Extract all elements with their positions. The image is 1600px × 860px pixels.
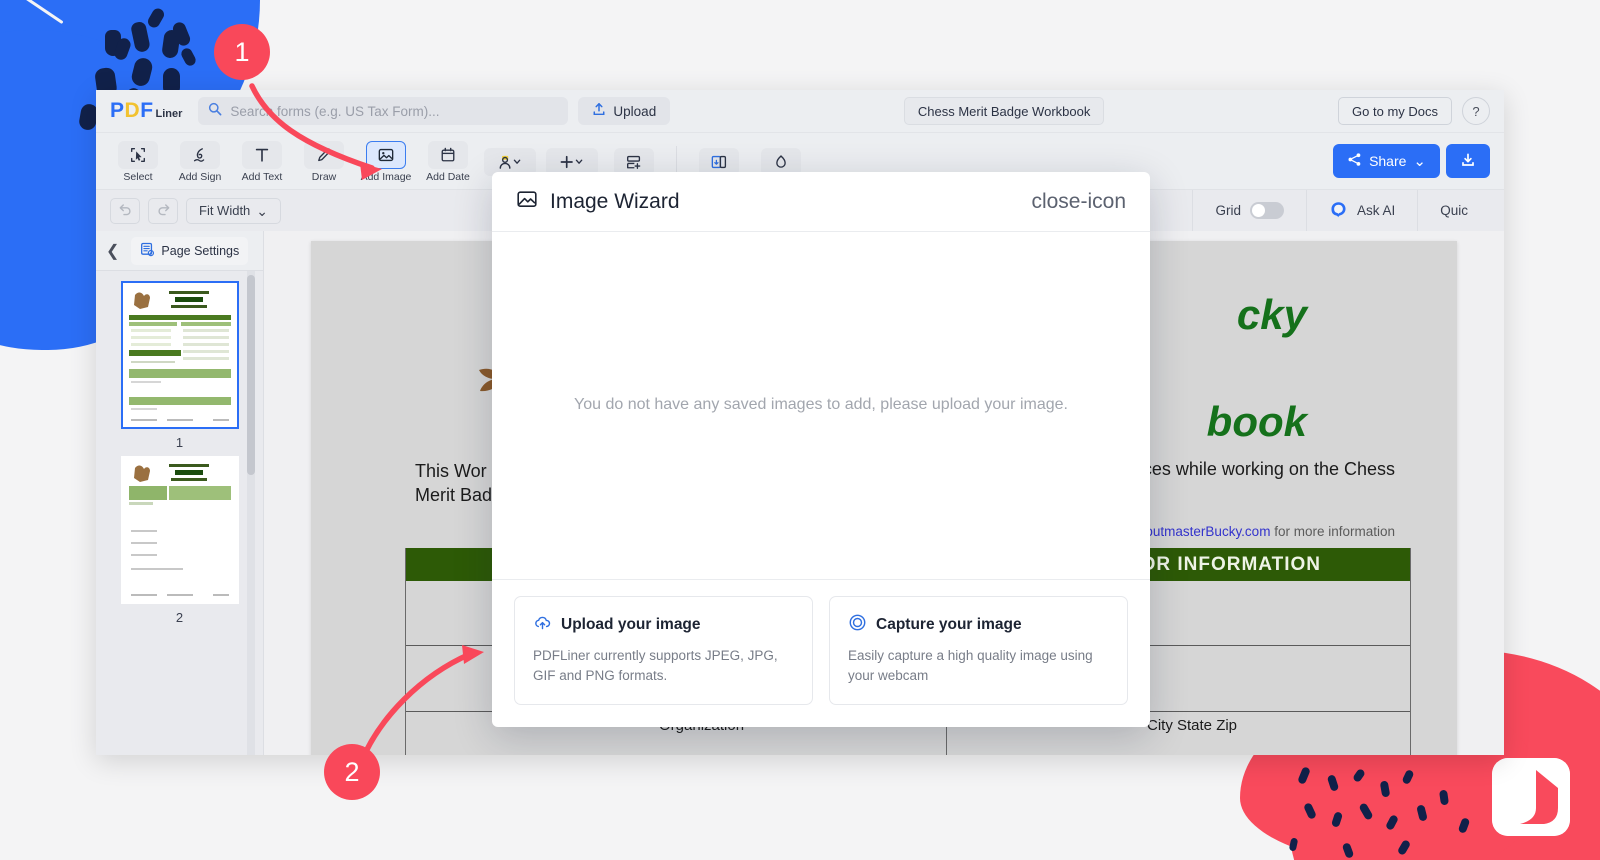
modal-overlay: Image Wizard close-icon You do not have …: [96, 90, 1504, 755]
capture-card-title: Capture your image: [876, 615, 1022, 633]
upload-card-description: PDFLiner currently supports JPEG, JPG, G…: [533, 647, 778, 683]
screen-root: PDFLiner Upload Chess Merit Badge Workbo…: [0, 0, 1600, 860]
capture-your-image-card[interactable]: Capture your image Easily capture a high…: [829, 595, 1128, 705]
upload-your-image-card[interactable]: Upload your image PDFLiner currently sup…: [514, 595, 813, 705]
modal-body: You do not have any saved images to add,…: [492, 232, 1150, 580]
image-wizard-modal: Image Wizard close-icon You do not have …: [492, 172, 1150, 727]
capture-target-icon: [848, 613, 867, 637]
modal-footer-options: Upload your image PDFLiner currently sup…: [492, 580, 1150, 728]
capture-card-description: Easily capture a high quality image usin…: [848, 647, 1093, 683]
modal-header: Image Wizard close-icon: [492, 172, 1150, 232]
pdfliner-logo-mark: [1492, 758, 1570, 836]
empty-state-message: You do not have any saved images to add,…: [574, 396, 1068, 414]
step-badge-2: 2: [324, 744, 380, 800]
step-badge-1: 1: [214, 24, 270, 80]
upload-card-title: Upload your image: [561, 615, 701, 633]
upload-card-header: Upload your image: [533, 613, 794, 637]
capture-card-header: Capture your image: [848, 613, 1109, 637]
cloud-upload-icon: [533, 613, 552, 637]
modal-title: Image Wizard: [550, 189, 680, 213]
close-icon[interactable]: close-icon: [1031, 191, 1126, 212]
pdfliner-app-window: PDFLiner Upload Chess Merit Badge Workbo…: [96, 90, 1504, 755]
image-icon: [516, 188, 538, 215]
